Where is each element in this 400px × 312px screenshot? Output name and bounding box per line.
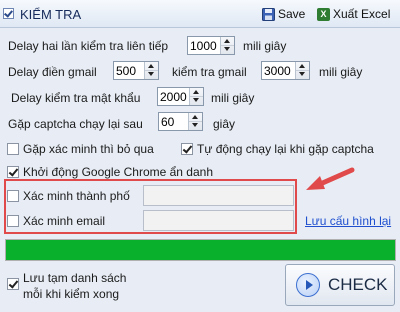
- password-delay-unit: mili giây: [211, 91, 255, 105]
- annotation-arrow-icon: [306, 167, 355, 190]
- captcha-delay-input[interactable]: [159, 113, 190, 130]
- save-button[interactable]: Save: [262, 5, 305, 23]
- play-icon: [296, 273, 320, 297]
- start-chrome-label[interactable]: Khởi động Google Chrome ẩn danh: [23, 165, 213, 179]
- save-config-link[interactable]: Lưu cấu hình lại: [305, 214, 391, 228]
- password-delay-input[interactable]: [158, 88, 191, 105]
- gmail-check-delay-label: kiểm tra gmail: [172, 65, 247, 79]
- auto-rerun-checkbox[interactable]: [181, 143, 193, 155]
- skip-verify-checkbox[interactable]: [7, 143, 19, 155]
- gmail-delay-stepper[interactable]: [113, 61, 159, 80]
- gmail-delay-label: Delay điền gmail: [8, 65, 97, 79]
- gmail-check-delay-unit: mili giây: [319, 65, 363, 79]
- save-temp-checkbox[interactable]: [7, 278, 19, 290]
- check-delay-input[interactable]: [188, 37, 222, 54]
- progress-fill: [6, 240, 395, 260]
- save-temp-label-line1[interactable]: Lưu tạm danh sách: [23, 271, 126, 285]
- gmail-check-delay-input[interactable]: [262, 62, 297, 79]
- password-delay-stepper[interactable]: [157, 87, 204, 106]
- chevron-down-icon[interactable]: [296, 70, 309, 78]
- export-excel-button[interactable]: X Xuất Excel: [317, 5, 390, 23]
- captcha-delay-unit: giây: [213, 117, 236, 131]
- check-delay-stepper[interactable]: [187, 36, 235, 55]
- skip-verify-label[interactable]: Gặp xác minh thì bỏ qua: [23, 142, 154, 156]
- captcha-delay-arrows[interactable]: [188, 113, 202, 130]
- chevron-down-icon[interactable]: [189, 121, 202, 129]
- auto-rerun-label[interactable]: Tự động chạy lại khi gặp captcha: [197, 142, 374, 156]
- gmail-check-delay-stepper[interactable]: [261, 61, 310, 80]
- gmail-delay-input[interactable]: [114, 62, 146, 79]
- export-excel-label: Xuất Excel: [333, 7, 391, 21]
- progress-bar: [5, 239, 396, 261]
- save-icon: [262, 7, 275, 21]
- chevron-down-icon[interactable]: [221, 45, 234, 53]
- check-button[interactable]: CHECK: [285, 264, 395, 306]
- captcha-delay-label: Gặp captcha chạy lại sau: [8, 117, 143, 131]
- password-delay-label: Delay kiểm tra mật khẩu: [11, 91, 141, 105]
- start-chrome-checkbox[interactable]: [7, 166, 19, 178]
- excel-icon: X: [317, 7, 330, 21]
- gmail-check-delay-arrows[interactable]: [295, 62, 309, 79]
- panel-title: KIỂM TRA: [20, 7, 82, 22]
- password-delay-arrows[interactable]: [189, 88, 203, 105]
- chevron-down-icon[interactable]: [190, 96, 203, 104]
- chevron-down-icon[interactable]: [145, 70, 158, 78]
- check-delay-unit: mili giây: [243, 39, 287, 53]
- check-delay-label: Delay hai lần kiểm tra liên tiếp: [8, 39, 169, 53]
- check-button-label: CHECK: [328, 275, 388, 294]
- gmail-delay-arrows[interactable]: [144, 62, 158, 79]
- save-label: Save: [278, 7, 306, 21]
- check-icon: [3, 8, 14, 19]
- highlight-box: [4, 179, 297, 234]
- save-temp-label-line2[interactable]: mỗi khi kiểm xong: [23, 287, 119, 301]
- title-bar: KIỂM TRA Save X Xuất Excel: [0, 0, 400, 28]
- captcha-delay-stepper[interactable]: [158, 112, 203, 131]
- check-delay-arrows[interactable]: [220, 37, 234, 54]
